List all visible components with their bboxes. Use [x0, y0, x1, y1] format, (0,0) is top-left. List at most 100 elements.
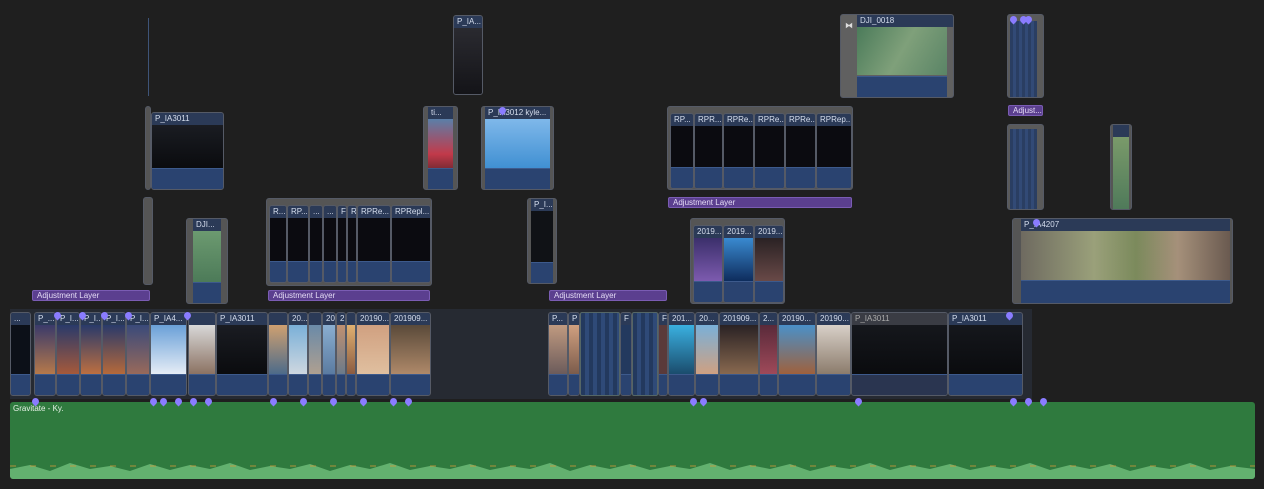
- clip-group-rpr[interactable]: RP... RPR... RPRe... RPRe... RPRe... RPR…: [667, 106, 853, 190]
- clip-label: [189, 313, 215, 325]
- primary-clip[interactable]: [188, 312, 216, 396]
- clip-dji-small[interactable]: DJI...: [186, 218, 228, 304]
- clip-rpr-6[interactable]: RPRep...: [816, 113, 852, 189]
- clip-2019-b[interactable]: 2019...: [723, 225, 754, 303]
- primary-clip[interactable]: 201909...: [719, 312, 759, 396]
- clip-thin-lane1[interactable]: [143, 197, 153, 285]
- clip-label: RPRe...: [786, 114, 815, 126]
- clip-thin-mid[interactable]: [1007, 124, 1044, 210]
- adjustment-layer-clip[interactable]: Adjustment Layer: [268, 290, 430, 301]
- clip-label: P_IA4207: [1021, 219, 1230, 231]
- clip-rpr-3[interactable]: RPRe...: [723, 113, 754, 189]
- clip-label: F: [338, 206, 346, 218]
- clip-rp-1[interactable]: RP...: [287, 205, 309, 283]
- clip-rpr-2[interactable]: RPR...: [694, 113, 723, 189]
- clip-label: 2019...: [694, 226, 722, 238]
- clip-group-2019[interactable]: 2019... 2019... 2019...: [690, 218, 785, 304]
- clip-pi-mid[interactable]: P_I...: [527, 198, 557, 284]
- clip-label: 20...: [696, 313, 718, 325]
- primary-clip[interactable]: ...: [10, 312, 31, 396]
- clip-rpre[interactable]: RPRe...: [357, 205, 391, 283]
- primary-clip[interactable]: P...: [548, 312, 568, 396]
- clip-label: 20190...: [779, 313, 815, 325]
- clip-label: 2...: [760, 313, 777, 325]
- clip-pia3011-a[interactable]: P_IA3011: [151, 112, 224, 190]
- primary-clip[interactable]: 20190...: [778, 312, 816, 396]
- clip-dots-2[interactable]: ...: [323, 205, 337, 283]
- primary-clip[interactable]: [268, 312, 288, 396]
- primary-clip[interactable]: [308, 312, 322, 396]
- clip-label: P_IA3011: [152, 113, 223, 125]
- clip-label: P_IA3012 kyle...: [485, 107, 550, 119]
- clip-label: F: [659, 313, 667, 325]
- adjustment-layer-clip[interactable]: Adjust...: [1008, 105, 1043, 116]
- clip-label: F: [621, 313, 631, 325]
- primary-clip[interactable]: P_IA3011: [216, 312, 268, 396]
- primary-clip[interactable]: F: [620, 312, 632, 396]
- clip-label: R...: [270, 206, 286, 218]
- clip-pia3012[interactable]: P_IA3012 kyle...: [481, 106, 554, 190]
- clip-group-lane1[interactable]: R... RP... ... ... F RI RPRe... RPRepl..…: [266, 198, 432, 286]
- adjustment-layer-clip[interactable]: Adjustment Layer: [549, 290, 667, 301]
- clip-small-right[interactable]: [1110, 124, 1132, 210]
- primary-clip[interactable]: P_IA4...: [150, 312, 187, 396]
- primary-clip[interactable]: 20190...: [356, 312, 390, 396]
- primary-clip[interactable]: 20...: [695, 312, 719, 396]
- clip-label: P: [569, 313, 579, 325]
- transition-icon: ⧓: [845, 21, 853, 30]
- clip-2019-c[interactable]: 2019...: [754, 225, 784, 303]
- primary-clip[interactable]: P_I...: [102, 312, 126, 396]
- audio-waveform: [10, 463, 1255, 479]
- clip-pia-top[interactable]: P_IA...: [453, 15, 483, 95]
- primary-clip[interactable]: 201...: [668, 312, 695, 396]
- clip-rpr-1[interactable]: RP...: [670, 113, 694, 189]
- primary-clip[interactable]: P: [568, 312, 580, 396]
- primary-clip[interactable]: 2...: [759, 312, 778, 396]
- primary-clip[interactable]: P_I...: [80, 312, 102, 396]
- clip-connection-line: [148, 18, 149, 96]
- primary-clip[interactable]: P_IA3011: [851, 312, 948, 396]
- clip-label: 2019...: [755, 226, 783, 238]
- clip-dji[interactable]: DJI_0018 ⧓: [840, 14, 954, 98]
- adjustment-layer-clip[interactable]: Adjustment Layer: [668, 197, 852, 208]
- clip-label: [309, 313, 321, 325]
- clip-rpr-5[interactable]: RPRe...: [785, 113, 816, 189]
- clip-label: 20...: [323, 313, 335, 325]
- primary-clip-group[interactable]: [632, 312, 658, 396]
- audio-clip[interactable]: Gravitate - Ky.: [10, 402, 1255, 479]
- adjustment-layer-clip[interactable]: Adjustment Layer: [32, 290, 150, 301]
- primary-clip-group[interactable]: [580, 312, 620, 396]
- clip-2019-a[interactable]: 2019...: [693, 225, 723, 303]
- clip-label: 20...: [289, 313, 307, 325]
- primary-clip[interactable]: 201909...: [390, 312, 431, 396]
- primary-clip[interactable]: [346, 312, 356, 396]
- primary-clip[interactable]: 20...: [322, 312, 336, 396]
- clip-rpr-4[interactable]: RPRe...: [754, 113, 785, 189]
- clip-label: [347, 313, 355, 325]
- primary-clip[interactable]: 2(: [336, 312, 346, 396]
- clip-ri[interactable]: RI: [347, 205, 357, 283]
- clip-label: RPRep...: [817, 114, 851, 126]
- primary-clip[interactable]: P_...: [34, 312, 56, 396]
- clip-pia4207[interactable]: P_IA4207: [1012, 218, 1233, 304]
- primary-clip[interactable]: 20...: [288, 312, 308, 396]
- clip-label: RPRepl...: [392, 206, 430, 218]
- primary-clip[interactable]: P_IA3011: [948, 312, 1023, 396]
- clip-r-1[interactable]: R...: [269, 205, 287, 283]
- clip-label: P_IA...: [454, 16, 482, 28]
- clip-label: ...: [324, 206, 336, 218]
- primary-clip[interactable]: F: [658, 312, 668, 396]
- clip-label: 20190...: [357, 313, 389, 325]
- primary-clip[interactable]: P_I...: [126, 312, 150, 396]
- primary-clip[interactable]: P_I...: [56, 312, 80, 396]
- clip-dots-1[interactable]: ...: [309, 205, 323, 283]
- clip-label: RP...: [288, 206, 308, 218]
- clip-f[interactable]: F: [337, 205, 347, 283]
- clip-rprepl[interactable]: RPRepl...: [391, 205, 431, 283]
- clip-label: 201909...: [391, 313, 430, 325]
- clip-ti[interactable]: ti...: [423, 106, 458, 190]
- primary-clip[interactable]: 20190...: [816, 312, 851, 396]
- clip-thin-top[interactable]: [1007, 14, 1044, 98]
- clip-label: 201...: [669, 313, 694, 325]
- clip-label: P_IA3011: [217, 313, 267, 325]
